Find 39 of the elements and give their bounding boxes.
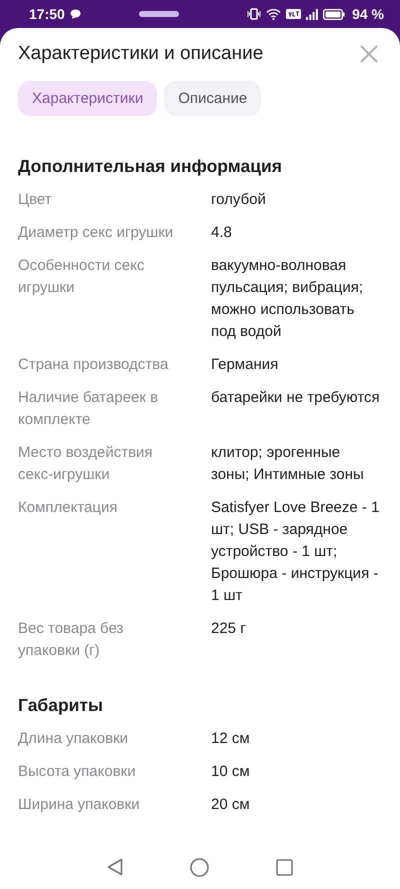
sheet-title: Характеристики и описание [18,43,264,65]
spec-name: Ширина упаковки [18,795,141,815]
section-heading: Габариты [18,694,104,717]
spec-name: Место воздействия секс-игрушки [18,443,154,485]
spec-value: Германия [211,355,280,375]
wifi-icon [266,8,282,20]
spec-name: Особенности секс игрушки [18,256,146,298]
spec-name: Страна производства [18,355,170,375]
battery-percent: 94 % [352,6,384,22]
spec-value: батарейки не требуются [211,388,381,408]
spec-value: Satisfyer Love Breeze - 1 шт; USB - зарядное устройство - 1 шт; Брошюра - инструкция - 1 шт [211,498,380,606]
spec-value: клитор; эрогенные зоны; Интимные зоны [211,443,365,485]
spec-name: Длина упаковки [18,729,130,749]
signal-icon [306,8,318,20]
battery-icon [323,8,346,20]
spec-value: 225 г [211,619,247,639]
volte-icon [286,9,302,19]
vibrate-icon [247,8,262,20]
spec-value: вакуумно-волновая пульсация; вибрация; можно использовать под водой [211,256,364,342]
spec-value: 20 см [211,795,251,815]
spec-name: Диаметр секс игрушки [18,223,174,243]
spec-name: Комплектация [18,498,118,518]
tab[interactable]: Характеристики [18,81,158,116]
status-time: 17:50 [29,6,65,22]
recents-icon[interactable] [276,858,293,876]
spec-value: 12 см [211,729,251,749]
section-heading: Дополнительная информация [18,155,283,178]
spec-name: Вес товара без упаковки (г) [18,619,124,661]
spec-name: Наличие батареек в комплекте [18,388,160,430]
chat-bubble-icon [70,9,81,19]
spec-value: 4.8 [211,223,233,243]
back-icon[interactable] [107,858,123,876]
spec-name: Высота упаковки [18,762,137,782]
home-icon[interactable] [190,858,209,876]
spec-name: Цвет [18,190,53,210]
spec-value: голубой [211,190,267,210]
tab[interactable]: Описание [164,81,262,116]
camera-pill-icon [138,11,179,17]
spec-value: 10 см [211,762,251,782]
